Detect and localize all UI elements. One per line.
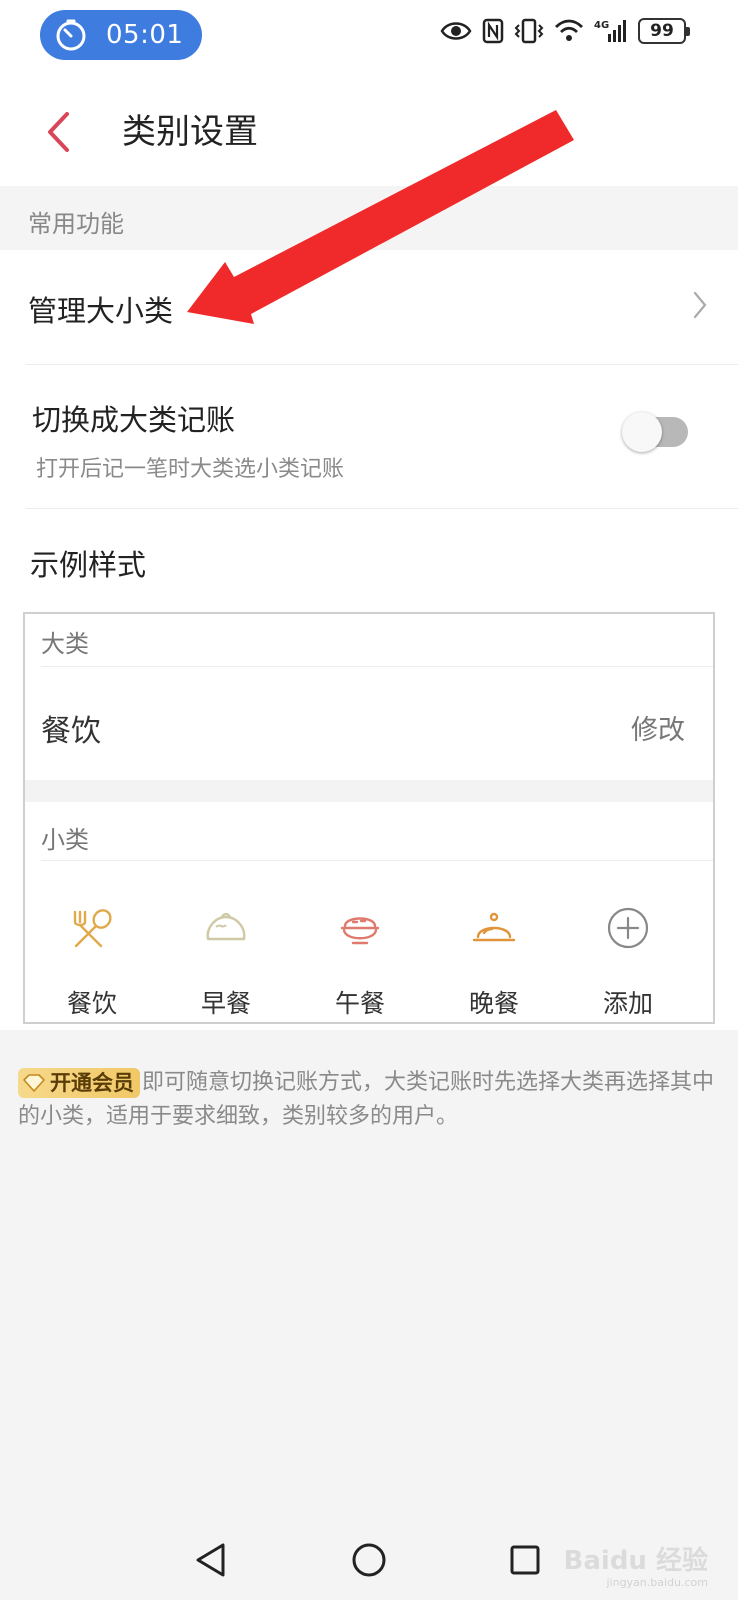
watermark-brand: Baidu 经验 <box>563 1546 708 1576</box>
nav-back-button[interactable] <box>183 1532 239 1588</box>
toggle-description: 打开后记一笔时大类选小类记账 <box>36 457 345 482</box>
divider <box>26 508 738 509</box>
rice-bowl-icon <box>340 917 380 945</box>
cloche-icon <box>472 912 516 942</box>
open-membership-label: 开通会员 <box>50 1071 134 1095</box>
section-gap <box>25 780 713 802</box>
example-title: 示例样式 <box>30 548 147 582</box>
section-label-common: 常用功能 <box>28 210 124 238</box>
minor-section-label: 小类 <box>41 826 89 854</box>
settings-list: 管理大小类 切换成大类记账 打开后记一笔时大类选小类记账 示例样式 大类 餐饮 … <box>0 250 738 1030</box>
example-preview: 大类 餐饮 修改 小类 餐饮 早餐 午餐 晚餐 添加 <box>23 612 715 1024</box>
wifi-icon <box>555 19 583 41</box>
timer-text: 05:01 <box>106 20 184 50</box>
triangle-back-icon <box>196 1543 225 1577</box>
edit-button[interactable]: 修改 <box>631 708 685 747</box>
subcategory-item[interactable]: 早餐 <box>159 894 293 1024</box>
subcategory-item[interactable]: 晚餐 <box>427 894 561 1024</box>
app-header: 类别设置 <box>0 78 738 186</box>
diamond-icon <box>23 1074 45 1092</box>
chevron-left-icon <box>48 112 69 152</box>
watermark-url: jingyan.baidu.com <box>606 1576 708 1589</box>
nav-recents-button[interactable] <box>497 1532 553 1588</box>
major-item-name: 餐饮 <box>41 714 101 749</box>
subcategory-grid: 餐饮 早餐 午餐 晚餐 添加 <box>25 894 713 1024</box>
vibrate-icon <box>514 18 544 44</box>
major-section-label: 大类 <box>41 630 89 658</box>
open-membership-badge[interactable]: 开通会员 <box>18 1068 140 1098</box>
subcategory-item[interactable]: 餐饮 <box>25 894 159 1024</box>
subcategory-item[interactable]: 添加 <box>561 894 695 1024</box>
square-recents-icon <box>510 1545 540 1575</box>
subcategory-label: 餐饮 <box>66 989 117 1018</box>
cell-signal-icon: 4G <box>594 20 626 42</box>
subcategory-label: 添加 <box>602 989 653 1018</box>
toggle-label: 切换成大类记账 <box>32 403 236 437</box>
subcategory-item[interactable]: 午餐 <box>293 894 427 1024</box>
member-note: 开通会员 即可随意切换记账方式，大类记账时先选择大类再选择其中的小类，适用于要求… <box>18 1066 718 1134</box>
toggle-knob <box>622 412 662 452</box>
manage-categories-label: 管理大小类 <box>28 294 174 328</box>
svg-text:4G: 4G <box>594 20 609 31</box>
subcategory-label: 晚餐 <box>468 989 519 1018</box>
chevron-right-icon <box>693 291 707 319</box>
timer-icon <box>56 19 86 51</box>
subcategory-label: 早餐 <box>200 989 251 1018</box>
eye-icon <box>440 22 472 40</box>
nfc-icon <box>482 18 504 44</box>
circle-home-icon <box>352 1543 386 1577</box>
battery-level: 99 <box>650 21 674 41</box>
divider <box>41 860 713 861</box>
timer-pill[interactable]: 05:01 <box>40 10 202 60</box>
add-circle-icon <box>607 907 649 949</box>
subcategory-label: 午餐 <box>334 989 385 1018</box>
major-category-toggle-row: 切换成大类记账 打开后记一笔时大类选小类记账 <box>0 365 738 508</box>
fork-spoon-icon <box>73 909 112 948</box>
nav-home-button[interactable] <box>341 1532 397 1588</box>
divider <box>41 666 713 667</box>
battery-indicator: 99 <box>638 18 690 44</box>
status-bar: 05:01 4G 99 <box>0 0 738 78</box>
back-button[interactable] <box>36 102 80 162</box>
page-title: 类别设置 <box>122 112 258 152</box>
bun-icon <box>206 912 246 941</box>
major-category-toggle[interactable] <box>622 412 688 452</box>
manage-categories-row[interactable]: 管理大小类 <box>0 250 738 364</box>
